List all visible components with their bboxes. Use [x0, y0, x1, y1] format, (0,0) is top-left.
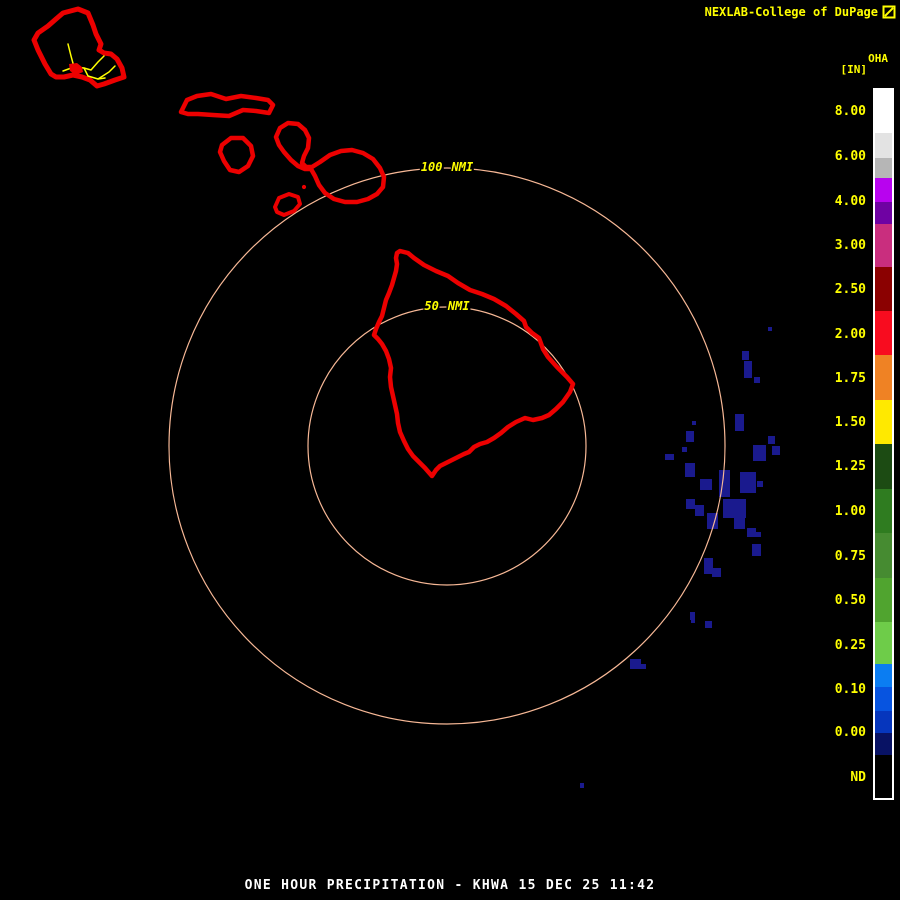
precip-echo	[691, 619, 695, 623]
scale-label: 0.00	[834, 725, 866, 740]
cod-logo-icon	[882, 5, 896, 19]
product-code-label: OHA	[868, 52, 888, 65]
precip-echo	[742, 351, 749, 360]
colorbar-segment	[875, 267, 892, 311]
precip-echo	[641, 664, 646, 669]
scale-label: 8.00	[834, 104, 866, 119]
precip-echo	[772, 446, 780, 455]
product-caption: ONE HOUR PRECIPITATION - KHWA 15 DEC 25 …	[244, 878, 656, 893]
scale-label: 2.00	[834, 327, 866, 342]
island-molokai	[178, 91, 276, 119]
precip-echo	[686, 431, 694, 442]
scale-label: 1.75	[834, 371, 866, 386]
precip-echo	[768, 327, 772, 331]
precip-echo	[665, 454, 674, 460]
road-line	[97, 65, 116, 80]
precip-echo	[700, 479, 712, 490]
page-title: NEXLAB-College of DuPage	[704, 5, 878, 19]
colorbar-segment	[875, 178, 892, 202]
colorbar-segment	[875, 202, 892, 224]
island-oahu	[31, 6, 127, 89]
precip-echo	[682, 447, 687, 452]
colorbar-segment	[875, 711, 892, 733]
map-canvas	[31, 6, 780, 788]
units-label: [IN]	[840, 63, 868, 76]
range-ring-label: 100 NMI	[419, 160, 475, 174]
precip-echo	[705, 621, 712, 628]
scale-label: 6.00	[834, 149, 866, 164]
range-ring-label-word: NMI	[450, 160, 475, 174]
precip-echo	[734, 517, 745, 529]
precip-echo	[735, 414, 744, 431]
colorbar-segment	[875, 90, 892, 133]
scale-label: 0.10	[834, 682, 866, 697]
precip-echo	[756, 532, 761, 537]
island-outline-layer	[31, 6, 576, 479]
scale-label: 3.00	[834, 238, 866, 253]
scale-label: 1.25	[834, 459, 866, 474]
precip-echo	[744, 361, 752, 378]
precip-echo	[712, 568, 721, 577]
scale-label: 4.00	[834, 194, 866, 209]
precip-echo	[692, 421, 696, 425]
precip-echo	[723, 499, 746, 518]
precip-echo	[754, 377, 760, 383]
colorbar-segment	[875, 622, 892, 664]
precip-echo	[580, 783, 584, 788]
precip-echo	[630, 659, 641, 669]
scale-label: 2.50	[834, 282, 866, 297]
island-lanai	[217, 135, 256, 175]
colorbar-segment	[875, 224, 892, 267]
colorbar-segment	[875, 578, 892, 622]
colorbar-segment	[875, 687, 892, 711]
precip-echo	[740, 472, 756, 493]
colorbar-segment	[875, 158, 892, 178]
precip-echo	[768, 436, 775, 444]
precip-echo	[685, 463, 695, 477]
range-ring-label-word: NMI	[446, 299, 471, 313]
range-ring-label: 50 NMI	[423, 299, 471, 313]
colorbar-segment	[875, 533, 892, 578]
precip-echo	[747, 528, 756, 537]
scale-label: 0.50	[834, 593, 866, 608]
precip-echo	[752, 544, 761, 556]
colorbar-segment	[875, 311, 892, 355]
colorbar-segment	[875, 400, 892, 444]
range-ring-label-word: 100	[419, 160, 444, 174]
range-ring-layer	[168, 167, 726, 725]
colorbar-segment	[875, 664, 892, 687]
scale-label: 1.00	[834, 504, 866, 519]
colorbar-segment	[875, 444, 892, 489]
range-ring-label-word: 50	[423, 299, 440, 313]
radar-display: 100 NMI 50 NMI NEXLAB-College of DuPage OHA…	[0, 0, 900, 900]
scale-label: 1.50	[834, 415, 866, 430]
precip-echo	[695, 505, 704, 516]
precip-echo	[753, 445, 766, 461]
scale-label: ND	[850, 770, 866, 785]
colorbar	[873, 88, 894, 800]
precip-echo	[690, 612, 695, 620]
range-ring	[168, 167, 726, 725]
precip-echo	[686, 499, 695, 509]
colorbar-segment	[875, 733, 892, 755]
island-maui	[273, 120, 387, 205]
precip-echo	[704, 558, 713, 574]
colorbar-segment	[875, 355, 892, 400]
colorbar-segment	[875, 489, 892, 533]
colorbar-segment	[875, 755, 892, 798]
colorbar-segment	[875, 133, 892, 158]
scale-label: 0.25	[834, 638, 866, 653]
island-hawaii	[371, 248, 576, 479]
precip-echo-layer	[580, 327, 780, 788]
islet-molokini	[301, 184, 307, 190]
precip-echo	[757, 481, 763, 487]
scale-label: 0.75	[834, 549, 866, 564]
